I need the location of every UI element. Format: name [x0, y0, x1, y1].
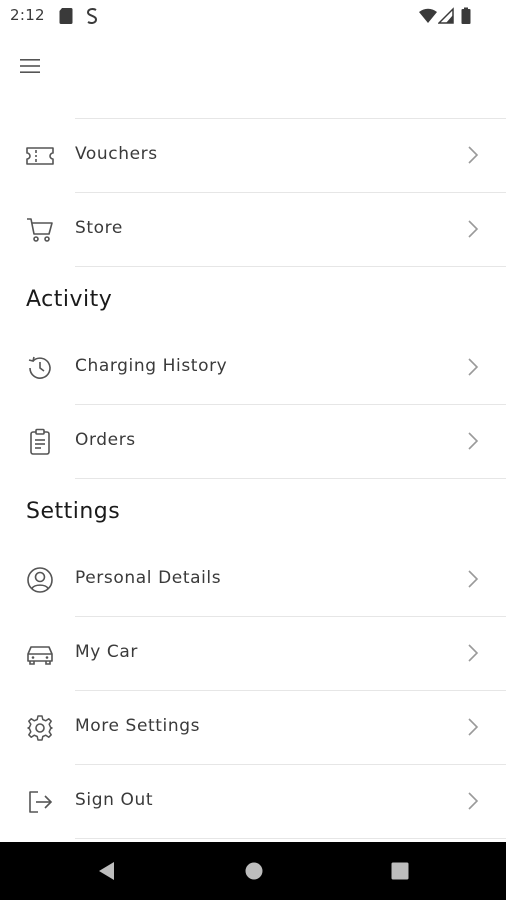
section-title-settings: Settings — [26, 499, 121, 524]
back-triangle-icon — [99, 862, 114, 880]
system-nav-bar — [0, 842, 506, 900]
nav-back-button[interactable] — [93, 858, 119, 884]
chevron-right-icon — [468, 220, 479, 238]
chevron-right-icon — [468, 644, 479, 662]
sync-status-icon — [86, 7, 98, 25]
menu-list: Vouchers Store Activity Charging History… — [0, 118, 506, 839]
menu-item-more-settings[interactable]: More Settings — [0, 691, 506, 764]
menu-item-store[interactable]: Store — [0, 193, 506, 266]
chevron-right-icon — [468, 432, 479, 450]
shopping-cart-icon — [24, 214, 56, 246]
status-bar: 2:12 — [0, 0, 506, 32]
sd-card-icon — [59, 8, 73, 24]
menu-item-label: Orders — [75, 430, 136, 450]
menu-item-label: Personal Details — [75, 568, 222, 588]
menu-item-label: My Car — [75, 642, 139, 662]
chevron-right-icon — [468, 792, 479, 810]
menu-item-label: Store — [75, 218, 123, 238]
nav-recents-button[interactable] — [387, 858, 413, 884]
voucher-ticket-icon — [24, 140, 56, 172]
chevron-right-icon — [468, 570, 479, 588]
divider — [75, 838, 506, 839]
chevron-right-icon — [468, 718, 479, 736]
clipboard-icon — [24, 426, 56, 458]
car-icon — [24, 638, 56, 670]
section-activity: Activity — [0, 267, 506, 331]
menu-item-orders[interactable]: Orders — [0, 405, 506, 478]
menu-item-label: Sign Out — [75, 790, 154, 810]
recents-square-icon — [391, 862, 409, 880]
menu-item-label: Charging History — [75, 356, 228, 376]
menu-item-label: More Settings — [75, 716, 201, 736]
status-time: 2:12 — [10, 6, 45, 24]
app-bar — [0, 32, 506, 100]
user-profile-icon — [24, 564, 56, 596]
menu-item-label: Vouchers — [75, 144, 158, 164]
nav-home-button[interactable] — [241, 858, 267, 884]
home-circle-icon — [245, 862, 263, 880]
history-clock-icon — [24, 352, 56, 384]
menu-item-charging-history[interactable]: Charging History — [0, 331, 506, 404]
wifi-icon — [419, 8, 437, 23]
sign-out-icon — [24, 786, 56, 818]
menu-item-my-car[interactable]: My Car — [0, 617, 506, 690]
menu-item-sign-out[interactable]: Sign Out — [0, 765, 506, 838]
signal-icon — [438, 7, 454, 24]
gear-icon — [24, 712, 56, 744]
menu-item-personal-details[interactable]: Personal Details — [0, 543, 506, 616]
chevron-right-icon — [468, 358, 479, 376]
section-title-activity: Activity — [26, 287, 113, 312]
battery-icon — [461, 7, 471, 24]
menu-button[interactable] — [10, 50, 50, 82]
menu-item-vouchers[interactable]: Vouchers — [0, 119, 506, 192]
chevron-right-icon — [468, 146, 479, 164]
section-settings: Settings — [0, 479, 506, 543]
hamburger-menu-icon — [20, 59, 40, 73]
